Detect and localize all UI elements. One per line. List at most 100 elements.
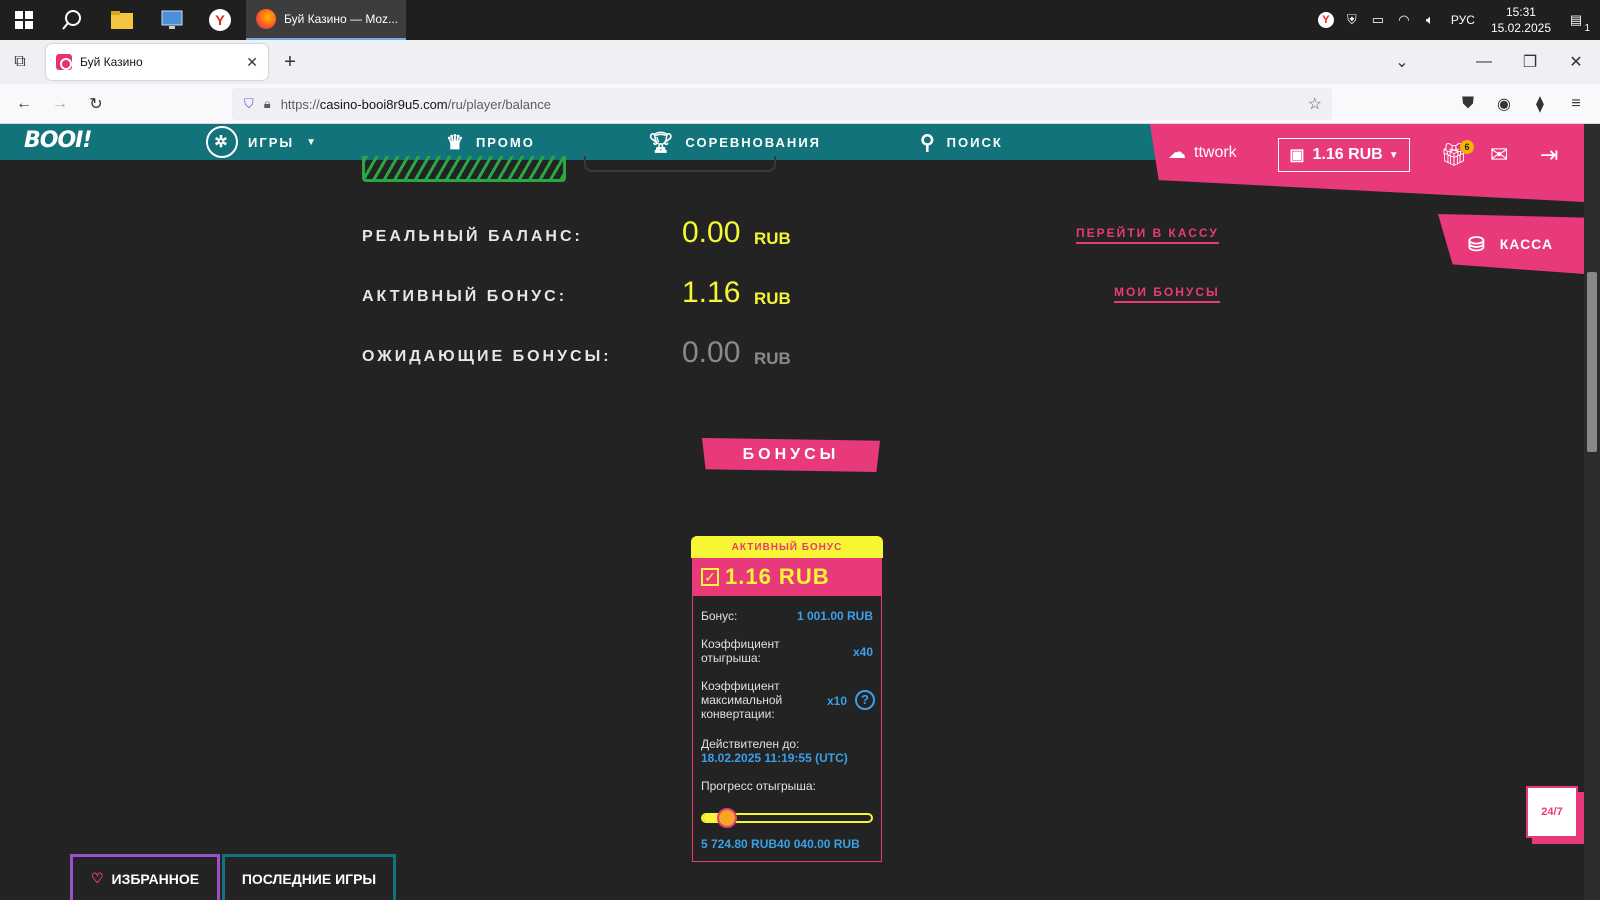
cashier-label: КАССА xyxy=(1499,236,1554,252)
gift-count-badge: 6 xyxy=(1460,140,1474,154)
active-bonus-tag: АКТИВНЫЙ БОНУС xyxy=(691,536,883,558)
site-favicon xyxy=(56,54,72,70)
new-tab-icon[interactable]: + xyxy=(276,48,304,76)
checkbox-icon: ✓ xyxy=(701,568,719,586)
browser-tab-active[interactable]: Буй Казино ✕ xyxy=(46,44,268,80)
nav-competitions[interactable]: 🏆︎ СОРЕВНОВАНИЯ xyxy=(648,124,821,160)
mail-icon[interactable]: ✉ xyxy=(1490,142,1508,168)
pocket-icon[interactable]: ⛊ xyxy=(1454,90,1482,118)
real-balance-label: РЕАЛЬНЫЙ БАЛАНС: xyxy=(362,228,583,245)
support-label: 24/7 xyxy=(1541,806,1563,818)
nav-competitions-label: СОРЕВНОВАНИЯ xyxy=(685,134,822,150)
language-indicator[interactable]: РУС xyxy=(1451,13,1475,27)
notifications-icon[interactable]: ▤ 1 xyxy=(1568,12,1590,34)
taskbar-app-title: Буй Казино — Moz... xyxy=(284,12,399,26)
wifi-icon[interactable]: ◠ xyxy=(1396,12,1412,28)
balance-dropdown[interactable]: ▣ 1.16 RUB ▼ xyxy=(1278,138,1410,172)
valid-until-value: 18.02.2025 11:19:55 (UTC) xyxy=(701,751,848,765)
list-all-tabs-icon[interactable]: ⌄ xyxy=(1388,48,1416,76)
bonuses-button[interactable]: БОНУСЫ xyxy=(702,438,880,472)
web-page: BOOI! ✲ ИГРЫ ▼ ♛ ПРОМО 🏆︎ СОРЕВНОВАНИЯ ⚲… xyxy=(0,124,1584,900)
wager-value: x40 xyxy=(852,645,873,659)
clock-date: 15.02.2025 xyxy=(1490,21,1551,35)
browser-navigation-bar: ← → ↻ ⛉ 🔒︎ https:// casino-booi8r9u5.com… xyxy=(0,84,1600,124)
tab-close-icon[interactable]: ✕ xyxy=(246,54,258,71)
trophy-icon: 🏆︎ xyxy=(648,131,676,154)
clock[interactable]: 15:31 15.02.2025 xyxy=(1491,4,1551,36)
tab-title: Буй Казино xyxy=(80,55,143,69)
nav-games[interactable]: ✲ ИГРЫ ▼ xyxy=(206,124,318,160)
active-bonus-currency: RUB xyxy=(754,289,791,308)
wallet-icon: ▣ xyxy=(1289,147,1305,164)
notification-count: 1 xyxy=(1584,23,1590,34)
account-icon[interactable]: ◉ xyxy=(1490,90,1518,118)
minimize-icon[interactable]: — xyxy=(1470,48,1498,76)
favorites-tab[interactable]: ♡ ИЗБРАННОЕ xyxy=(70,854,220,900)
lock-icon[interactable]: 🔒︎ xyxy=(264,96,271,112)
username-link[interactable]: ☁ ttwork xyxy=(1168,142,1237,163)
window-close-icon[interactable]: ✕ xyxy=(1562,48,1590,76)
restore-icon[interactable]: ❐ xyxy=(1516,48,1544,76)
favorites-label: ИЗБРАННОЕ xyxy=(111,870,200,887)
wallet-tab-fragment-2[interactable] xyxy=(584,156,776,172)
windows-taskbar: Y Буй Казино — Moz... Y ⛨ ▭ ◠ 🔈︎ РУС 15:… xyxy=(0,0,1600,40)
yandex-tray-icon[interactable]: Y xyxy=(1317,12,1334,28)
back-icon[interactable]: ← xyxy=(10,90,38,118)
tracking-protection-icon[interactable]: ⛉ xyxy=(244,96,254,112)
go-to-cashier-link[interactable]: ПЕРЕЙТИ В КАССУ xyxy=(1076,226,1219,244)
file-explorer-icon[interactable] xyxy=(108,6,136,34)
valid-until-label: Действителен до: xyxy=(701,737,800,751)
security-icon[interactable]: ⛨ xyxy=(1344,12,1360,28)
wager-progress-bar xyxy=(701,808,873,828)
remote-desktop-icon[interactable] xyxy=(158,6,186,34)
progress-values: 5 724.80 RUB40 040.00 RUB xyxy=(701,837,860,851)
search-icon: ⚲ xyxy=(920,131,937,154)
pending-bonuses-value: 0.00 xyxy=(682,336,741,369)
chevron-down-icon: ▼ xyxy=(306,136,319,148)
svg-text:Y: Y xyxy=(215,12,225,28)
yandex-browser-icon[interactable]: Y xyxy=(206,6,234,34)
extensions-icon[interactable]: ⧫ xyxy=(1526,90,1554,118)
firefox-icon xyxy=(256,9,276,29)
menu-icon[interactable]: ≡ xyxy=(1562,90,1590,118)
volume-icon[interactable]: 🔈︎ xyxy=(1422,12,1438,28)
system-tray: Y ⛨ ▭ ◠ 🔈︎ РУС 15:31 15.02.2025 ▤ 1 xyxy=(1313,0,1600,40)
progress-target: 40 040.00 RUB xyxy=(777,837,860,851)
nav-promo-label: ПРОМО xyxy=(475,134,535,150)
tab-overview-icon[interactable]: ⧉ xyxy=(6,48,34,76)
search-icon[interactable] xyxy=(58,6,86,34)
max-conversion-value: x10 xyxy=(826,694,847,708)
pending-bonuses-label: ОЖИДАЮЩИЕ БОНУСЫ: xyxy=(362,348,612,365)
wager-label: Коэффициент отыгрыша: xyxy=(701,637,780,665)
support-chat-button[interactable]: 24/7 xyxy=(1526,786,1578,838)
bonus-card-amount: 1.16 RUB xyxy=(725,564,830,589)
windows-start-icon[interactable] xyxy=(10,6,38,34)
coins-icon: ⛁ xyxy=(1468,233,1486,256)
reload-icon[interactable]: ↻ xyxy=(82,90,110,118)
user-avatar-icon: ☁ xyxy=(1168,142,1186,162)
nav-promo[interactable]: ♛ ПРОМО xyxy=(446,124,535,160)
page-scrollbar[interactable] xyxy=(1584,124,1600,900)
browser-tab-strip: ⧉ Буй Казино ✕ + ⌄ — ❐ ✕ xyxy=(0,40,1600,84)
firefox-taskbar-button[interactable]: Буй Казино — Moz... xyxy=(246,0,406,40)
url-path: /ru/player/balance xyxy=(447,96,551,112)
battery-icon[interactable]: ▭ xyxy=(1370,12,1386,28)
balance-value: 1.16 RUB xyxy=(1312,146,1383,163)
cashier-button[interactable]: ⛁ КАССА xyxy=(1438,214,1584,274)
help-icon[interactable]: ? xyxy=(855,690,875,710)
logout-icon[interactable]: ⇥ xyxy=(1540,142,1558,168)
nav-search[interactable]: ⚲ ПОИСК xyxy=(920,124,1003,160)
site-logo[interactable]: BOOI! xyxy=(24,128,92,153)
my-bonuses-link[interactable]: МОИ БОНУСЫ xyxy=(1114,285,1220,303)
progress-label: Прогресс отыгрыша: xyxy=(701,779,816,793)
forward-icon[interactable]: → xyxy=(46,90,74,118)
wallet-tab-fragment[interactable] xyxy=(362,156,566,182)
recent-games-tab[interactable]: ПОСЛЕДНИЕ ИГРЫ xyxy=(222,854,396,900)
pending-bonuses-currency: RUB xyxy=(754,349,791,368)
real-balance-value: 0.00 xyxy=(682,216,741,249)
bookmark-star-icon[interactable]: ☆ xyxy=(1308,94,1322,114)
clock-time: 15:31 xyxy=(1505,5,1536,19)
scrollbar-thumb[interactable] xyxy=(1587,272,1597,452)
address-bar[interactable]: ⛉ 🔒︎ https:// casino-booi8r9u5.com /ru/p… xyxy=(232,88,1332,120)
crown-icon: ♛ xyxy=(446,131,466,154)
